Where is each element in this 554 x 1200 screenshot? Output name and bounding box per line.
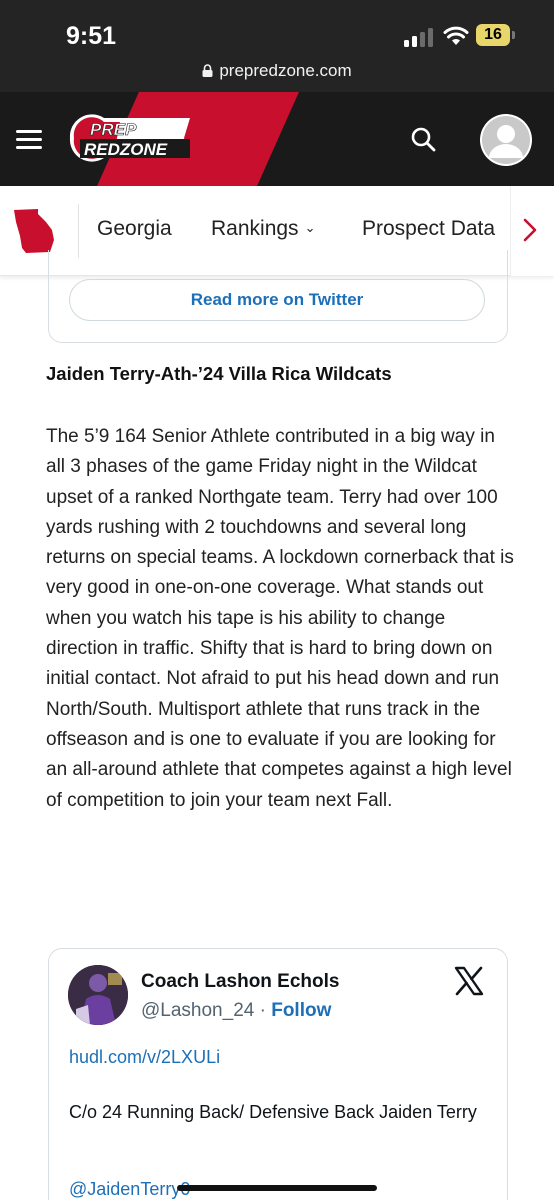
- nav-item-label: Rankings: [211, 217, 299, 240]
- logo-text-redzone: REDZONE: [84, 140, 168, 159]
- tweet-mention-link[interactable]: @JaidenTerry0: [69, 1179, 190, 1200]
- author-photo-icon: [68, 965, 128, 1025]
- battery-level: 16: [476, 24, 510, 46]
- nav-item-georgia[interactable]: Georgia: [97, 217, 172, 241]
- tweet-author-avatar[interactable]: [68, 965, 128, 1025]
- search-icon[interactable]: [410, 126, 436, 152]
- tweet-hudl-link[interactable]: hudl.com/v/2LXULi: [69, 1047, 220, 1068]
- clock: 9:51: [66, 22, 117, 50]
- nav-item-rankings[interactable]: Rankings ⌄: [211, 217, 315, 241]
- lock-icon: [202, 64, 213, 77]
- nav-scroll-right-button[interactable]: [510, 186, 554, 276]
- chevron-down-icon: ⌄: [304, 220, 316, 235]
- nav-item-label: Georgia: [97, 217, 172, 240]
- prep-redzone-logo[interactable]: PREP REDZONE: [60, 112, 200, 164]
- cellular-signal-icon: [404, 28, 433, 47]
- battery-nub: [512, 31, 515, 39]
- user-silhouette-icon: [482, 116, 530, 164]
- wifi-icon: [443, 26, 469, 45]
- status-bar: 9:51 16 prepredzone.com: [0, 0, 554, 92]
- embedded-tweet-card: Read more on Twitter: [48, 250, 508, 343]
- url-text: prepredzone.com: [219, 61, 352, 80]
- battery-indicator: 16: [476, 24, 516, 46]
- read-more-twitter-button[interactable]: Read more on Twitter: [69, 279, 485, 321]
- nav-item-label: Prospect Data: [362, 217, 496, 240]
- site-header: PREP REDZONE: [0, 92, 554, 186]
- tweet-text: C/o 24 Running Back/ Defensive Back Jaid…: [69, 1102, 477, 1122]
- follow-button[interactable]: Follow: [271, 1000, 331, 1021]
- embedded-tweet[interactable]: Coach Lashon Echols @Lashon_24 · Follow …: [48, 948, 508, 1200]
- article-paragraph: The 5’9 164 Senior Athlete contributed i…: [46, 426, 514, 811]
- separator-dot: ·: [259, 1000, 266, 1021]
- tweet-author-handle[interactable]: @Lashon_24: [141, 1000, 254, 1021]
- home-indicator[interactable]: [177, 1185, 377, 1191]
- chevron-right-icon: [523, 218, 537, 242]
- player-headline: Jaiden Terry-Ath-’24 Villa Rica Wildcats: [46, 363, 392, 384]
- nav-item-prospect-data[interactable]: Prospect Data: [362, 217, 495, 241]
- address-bar[interactable]: prepredzone.com: [0, 61, 554, 81]
- georgia-map-icon[interactable]: [10, 206, 60, 256]
- hamburger-icon[interactable]: [16, 130, 42, 150]
- user-avatar-icon[interactable]: [480, 114, 532, 166]
- x-logo-icon[interactable]: [453, 965, 485, 997]
- logo-text-prep: PREP: [90, 120, 137, 139]
- tweet-author-handle-line: @Lashon_24 · Follow: [141, 1000, 331, 1022]
- tweet-author-name[interactable]: Coach Lashon Echols: [141, 971, 339, 993]
